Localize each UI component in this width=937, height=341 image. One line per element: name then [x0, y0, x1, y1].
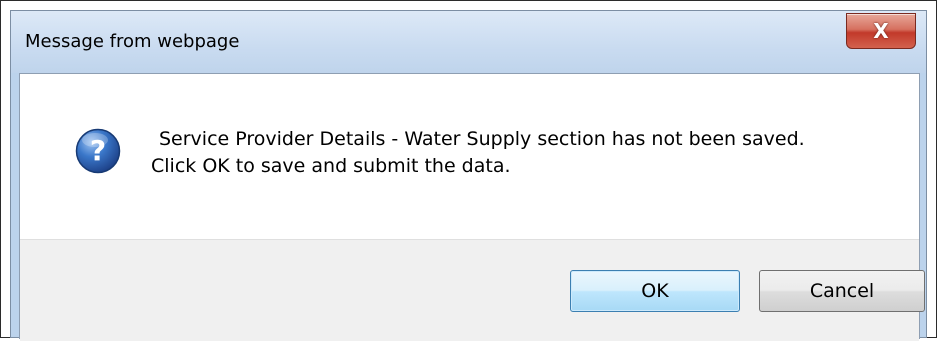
- dialog-message: Service Provider Details - Water Supply …: [151, 126, 805, 180]
- svg-text:?: ?: [90, 134, 106, 167]
- button-bar: OK Cancel: [20, 239, 925, 341]
- question-icon: ?: [75, 128, 121, 174]
- cancel-button[interactable]: Cancel: [759, 270, 925, 312]
- close-button[interactable]: X: [846, 13, 916, 49]
- close-icon: X: [873, 19, 889, 43]
- message-dialog: Message from webpage X ? Service Provide…: [10, 10, 927, 341]
- message-line-2: Click OK to save and submit the data.: [151, 155, 511, 177]
- dialog-title: Message from webpage: [25, 31, 240, 52]
- message-area: ? Service Provider Details - Water Suppl…: [20, 74, 919, 239]
- dialog-titlebar[interactable]: Message from webpage X: [11, 11, 926, 73]
- ok-button[interactable]: OK: [570, 270, 740, 312]
- message-line-1: Service Provider Details - Water Supply …: [159, 128, 805, 150]
- dialog-body: ? Service Provider Details - Water Suppl…: [19, 73, 925, 341]
